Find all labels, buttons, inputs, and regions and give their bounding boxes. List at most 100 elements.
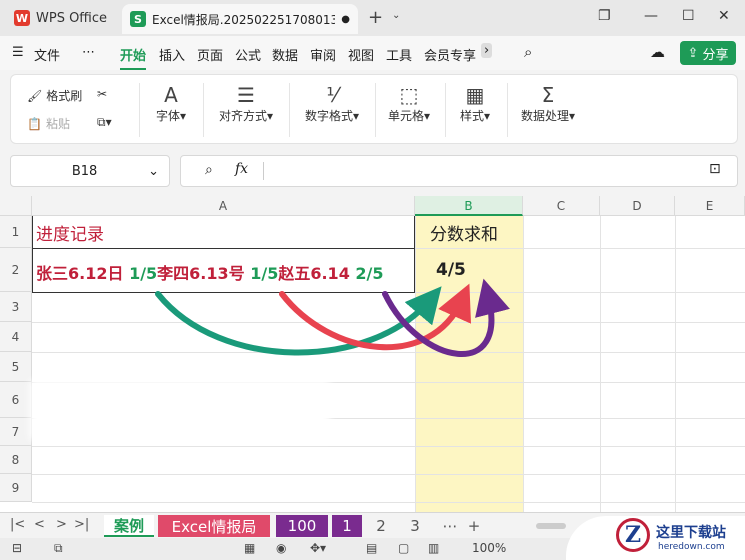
cut-icon[interactable]: ✂ [97, 87, 107, 101]
paste-button[interactable]: 📋 粘贴 [27, 115, 70, 132]
font-label: 字体 [155, 109, 180, 123]
watermark-title: 这里下载站 [656, 525, 726, 541]
tab-list-chevron-icon[interactable]: ⌄ [392, 10, 400, 21]
more-sheets-button[interactable]: ⋯ [436, 515, 464, 537]
share-button-label: 分享 [702, 47, 729, 63]
document-tab[interactable]: S Excel情报局.202502251708013 ● [122, 4, 358, 34]
paste-label: 粘贴 [45, 117, 70, 131]
ribbon-separator [375, 83, 376, 137]
page-break-view-icon[interactable]: ▥ [428, 541, 439, 555]
share-icon: ⇪ [687, 45, 699, 61]
zoom-level[interactable]: 100% [472, 541, 506, 555]
ribbon-scroll-chevron-icon[interactable]: › [481, 43, 493, 58]
name-box-dropdown-icon[interactable]: ⌄ [148, 164, 159, 179]
name-box[interactable]: B18 ⌄ [10, 155, 170, 187]
ribbon-toolbar: 🖌 格式刷 ✂ 📋 粘贴 ⧉▾ A 字体▾ ☰ 对齐方式▾ ⅟ 数字格式▾ ⬚ … [10, 74, 738, 144]
search-icon[interactable]: ⌕ [524, 43, 532, 61]
sheet-tab-100[interactable]: 100 [276, 515, 328, 537]
ribbon-separator [507, 83, 508, 137]
wps-logo-icon: W [14, 10, 30, 26]
hamburger-menu-icon[interactable]: ☰ [12, 45, 24, 60]
copy-icon[interactable]: ⧉▾ [97, 115, 112, 130]
sheet-tab-excel-intel[interactable]: Excel情报局 [158, 515, 270, 537]
format-painter-button[interactable]: 🖌 格式刷 [27, 87, 82, 104]
annotation-arrows [155, 278, 510, 358]
page-layout-view-icon[interactable]: ▢ [398, 541, 409, 555]
ribbon-separator [445, 83, 446, 137]
format-painter-label: 格式刷 [46, 89, 83, 103]
zoom-formula-icon[interactable]: ⌕ [205, 162, 213, 178]
document-tab-label: Excel情报局.202502251708013 [152, 12, 336, 27]
menu-tab-formula[interactable]: 公式 [235, 45, 261, 64]
sheet-tab-1[interactable]: 1 [332, 515, 362, 537]
ribbon-separator [203, 83, 204, 137]
menu-tab-view[interactable]: 视图 [348, 45, 374, 64]
styles-icon: ▦ [465, 83, 485, 107]
wps-office-tab-label: WPS Office [36, 10, 108, 26]
menu-more[interactable]: ⋯ [82, 45, 95, 60]
share-button[interactable]: ⇪ 分享 [680, 41, 736, 65]
watermark: Z 这里下载站 heredown.com [566, 516, 745, 560]
styles-label: 样式 [459, 109, 484, 123]
restore-window-icon[interactable]: ❐ [598, 8, 611, 24]
expand-formula-icon[interactable]: ⊡ [709, 161, 721, 177]
fx-icon[interactable]: fx [235, 161, 248, 177]
watermark-logo: Z [616, 518, 650, 552]
formula-divider [263, 162, 264, 180]
add-sheet-button[interactable]: + [464, 515, 484, 537]
eye-protection-icon[interactable]: ◉ [276, 541, 286, 555]
ribbon-separator [139, 83, 140, 137]
cells-button[interactable]: ⬚ 单元格▾ [383, 83, 435, 124]
menu-tab-tools[interactable]: 工具 [386, 45, 412, 64]
alignment-label: 对齐方式 [218, 109, 267, 123]
menu-tab-page[interactable]: 页面 [197, 45, 223, 64]
spreadsheet-grid[interactable]: A B C D E 1 2 3 4 5 6 7 8 9 进度记录 分数求和 4/… [0, 196, 745, 512]
menu-tab-review[interactable]: 审阅 [310, 45, 336, 64]
sheet-tab-2[interactable]: 2 [366, 515, 396, 537]
focus-mode-icon[interactable]: ✥▾ [310, 541, 326, 555]
wps-office-tab[interactable]: W WPS Office [6, 5, 116, 31]
menu-tab-data[interactable]: 数据 [272, 45, 298, 64]
menu-file[interactable]: 文件 [34, 45, 60, 64]
number-format-button[interactable]: ⅟ 数字格式▾ [297, 83, 367, 124]
layout-view-icon[interactable]: ▦ [244, 541, 255, 555]
font-button[interactable]: A 字体▾ [151, 83, 191, 124]
spreadsheet-icon: S [130, 11, 146, 27]
watermark-url: heredown.com [658, 542, 725, 552]
last-sheet-icon[interactable]: >| [74, 517, 89, 532]
cells-icon: ⬚ [399, 83, 419, 107]
maximize-icon[interactable]: ☐ [682, 8, 695, 24]
data-processing-label: 数据处理 [520, 109, 569, 123]
clipboard-icon: 📋 [27, 116, 42, 131]
menu-tab-home[interactable]: 开始 [120, 45, 147, 70]
alignment-button[interactable]: ☰ 对齐方式▾ [211, 83, 281, 124]
name-box-value: B18 [71, 163, 98, 179]
normal-view-icon[interactable]: ▤ [366, 541, 377, 555]
title-bar: W WPS Office S Excel情报局.202502251708013 … [0, 0, 745, 36]
menu-tab-member[interactable]: 会员专享 [424, 45, 476, 64]
unsaved-indicator[interactable]: ● [341, 14, 350, 25]
styles-button[interactable]: ▦ 样式▾ [453, 83, 497, 124]
close-icon[interactable]: ✕ [718, 8, 730, 24]
sheet-tab-case[interactable]: 案例 [104, 515, 154, 537]
prev-sheet-icon[interactable]: < [34, 517, 45, 532]
align-icon: ☰ [237, 83, 255, 107]
menu-bar: ☰ 文件 ⋯ 开始 插入 页面 公式 数据 审阅 视图 工具 会员专享 › ⌕ … [0, 36, 745, 70]
ribbon-separator [289, 83, 290, 137]
macro-icon[interactable]: ⊟ [12, 541, 22, 555]
font-icon: A [164, 83, 178, 107]
accessibility-icon[interactable]: ⧉ [54, 541, 63, 556]
first-sheet-icon[interactable]: |< [10, 517, 25, 532]
minimize-icon[interactable]: — [644, 8, 658, 24]
menu-tab-insert[interactable]: 插入 [159, 45, 185, 64]
number-format-label: 数字格式 [304, 109, 353, 123]
next-sheet-icon[interactable]: > [56, 517, 67, 532]
cloud-sync-icon[interactable]: ☁ [650, 43, 665, 61]
new-tab-button[interactable]: + [368, 7, 383, 28]
cells-label: 单元格 [387, 109, 424, 123]
sheet-tab-3[interactable]: 3 [400, 515, 430, 537]
sigma-icon: Σ [541, 83, 555, 107]
formula-bar[interactable]: ⌕ fx ⊡ [180, 155, 738, 187]
data-processing-button[interactable]: Σ 数据处理▾ [515, 83, 581, 124]
horizontal-scrollbar[interactable] [536, 523, 566, 529]
